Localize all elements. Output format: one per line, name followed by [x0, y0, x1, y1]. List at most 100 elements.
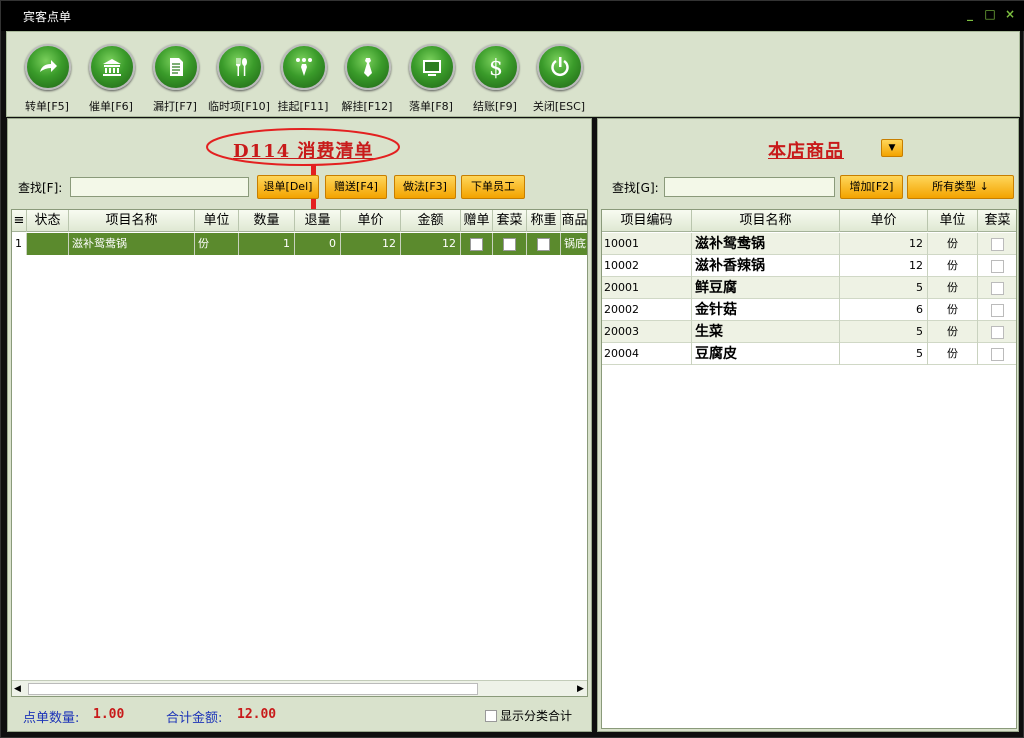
- refund-button[interactable]: 退单[Del]: [257, 175, 319, 199]
- toolbar-button-4[interactable]: 挂起[F11]: [271, 40, 335, 114]
- order-col-header[interactable]: 套菜: [493, 210, 527, 232]
- catalog-panel: 本店商品 ▼ 查找[G]: 增加[F2] 所有类型 ↓ 项目编码 项目名称 单价 单位…: [597, 118, 1019, 732]
- staff-button[interactable]: 下单员工: [461, 175, 525, 199]
- catalog-cell-set: [978, 277, 1016, 299]
- order-col-header[interactable]: 金额: [401, 210, 461, 232]
- catalog-cell-price: 5: [840, 321, 928, 343]
- fork-spoon-icon: [217, 44, 263, 90]
- order-col-header[interactable]: 赠单: [461, 210, 493, 232]
- order-col-header[interactable]: 状态: [27, 210, 69, 232]
- add-button[interactable]: 增加[F2]: [840, 175, 903, 199]
- scroll-left-icon[interactable]: ◀: [14, 684, 21, 694]
- catalog-cell-unit: 份: [928, 343, 978, 365]
- table-row[interactable]: 1 滋补鸳鸯锅份 1 0 12 12 锅底: [12, 233, 587, 255]
- list-item[interactable]: 20002 金针菇 6 份: [602, 299, 1016, 321]
- catalog-title: 本店商品: [768, 141, 844, 162]
- row-checkbox[interactable]: [991, 237, 1004, 251]
- catalog-cell-name: 滋补香辣锅: [692, 255, 840, 277]
- toolbar-button-8[interactable]: 关闭[ESC]: [527, 40, 591, 114]
- order-panel: D114 消费清单 查找[F]: 退单[Del] 赠送[F4] 做法[F3] 下…: [7, 118, 592, 732]
- order-cell-name: 滋补鸳鸯锅: [69, 233, 195, 255]
- row-checkbox[interactable]: [991, 281, 1004, 295]
- catalog-cell-set: [978, 255, 1016, 277]
- order-cell-status: [27, 233, 69, 255]
- order-cell-price: 12: [341, 233, 401, 255]
- toolbar-button-7[interactable]: $ 结账[F9]: [463, 40, 527, 114]
- type-filter-button[interactable]: 所有类型 ↓: [907, 175, 1014, 199]
- catalog-cell-code: 20001: [602, 277, 692, 299]
- row-checkbox[interactable]: [503, 237, 516, 251]
- order-cell-set: [493, 233, 527, 255]
- toolbar-button-1[interactable]: 催单[F6]: [79, 40, 143, 114]
- scrollbar-thumb[interactable]: [28, 683, 478, 695]
- horizontal-scrollbar[interactable]: ◀ ▶: [12, 680, 587, 696]
- hanger-icon: [281, 44, 327, 90]
- order-col-header[interactable]: 单价: [341, 210, 401, 232]
- total-value: 12.00: [237, 707, 277, 722]
- catalog-search-input[interactable]: [664, 177, 835, 197]
- order-col-header[interactable]: 单位: [195, 210, 239, 232]
- catalog-cell-name: 生菜: [692, 321, 840, 343]
- scroll-right-icon[interactable]: ▶: [577, 684, 584, 694]
- list-item[interactable]: 20004 豆腐皮 5 份: [602, 343, 1016, 365]
- order-col-header[interactable]: 数量: [239, 210, 295, 232]
- row-checkbox[interactable]: [991, 347, 1004, 361]
- tie-icon: [345, 44, 391, 90]
- catalog-cell-price: 5: [840, 343, 928, 365]
- list-item[interactable]: 10002 滋补香辣锅 12 份: [602, 255, 1016, 277]
- catalog-cell-code: 10002: [602, 255, 692, 277]
- maximize-icon[interactable]: □: [984, 8, 996, 20]
- catalog-col-header[interactable]: 单位: [928, 210, 978, 232]
- count-value: 1.00: [93, 707, 125, 722]
- row-checkbox[interactable]: [470, 237, 483, 251]
- toolbar-button-6[interactable]: 落单[F8]: [399, 40, 463, 114]
- row-checkbox[interactable]: [991, 303, 1004, 317]
- transfer-arrow-icon: [25, 44, 71, 90]
- order-col-header[interactable]: 称重: [527, 210, 561, 232]
- order-title: D114 消费清单: [233, 141, 374, 162]
- list-item[interactable]: 10001 滋补鸳鸯锅 12 份: [602, 233, 1016, 255]
- order-cell-amount: 12: [401, 233, 461, 255]
- catalog-cell-unit: 份: [928, 321, 978, 343]
- order-cell-ret: 0: [295, 233, 341, 255]
- row-checkbox[interactable]: [991, 259, 1004, 273]
- list-item[interactable]: 20001 鲜豆腐 5 份: [602, 277, 1016, 299]
- method-button[interactable]: 做法[F3]: [394, 175, 456, 199]
- catalog-cell-price: 12: [840, 233, 928, 255]
- order-cell-extra: 锅底: [561, 233, 587, 255]
- list-item[interactable]: 20003 生菜 5 份: [602, 321, 1016, 343]
- row-checkbox[interactable]: [537, 237, 550, 251]
- catalog-cell-set: [978, 321, 1016, 343]
- order-col-header[interactable]: 商品: [561, 210, 587, 232]
- toolbar-button-2[interactable]: 漏打[F7]: [143, 40, 207, 114]
- order-col-header[interactable]: 退量: [295, 210, 341, 232]
- title-bar: 宾客点单 _ □ ×: [1, 1, 1024, 31]
- catalog-cell-name: 滋补鸳鸯锅: [692, 233, 840, 255]
- row-checkbox[interactable]: [991, 325, 1004, 339]
- catalog-dropdown-icon[interactable]: ▼: [881, 139, 903, 157]
- toolbar-button-5[interactable]: 解挂[F12]: [335, 40, 399, 114]
- close-icon[interactable]: ×: [1004, 8, 1016, 20]
- category-total-label: 显示分类合计: [500, 709, 573, 723]
- minimize-icon[interactable]: _: [964, 8, 976, 20]
- gift-button[interactable]: 赠送[F4]: [325, 175, 387, 199]
- catalog-col-header[interactable]: 项目名称: [692, 210, 840, 232]
- order-cell-gift: [461, 233, 493, 255]
- catalog-cell-name: 金针菇: [692, 299, 840, 321]
- order-col-header[interactable]: ≡: [12, 210, 27, 232]
- order-search-input[interactable]: [70, 177, 249, 197]
- toolbar-button-0[interactable]: 转单[F5]: [15, 40, 79, 114]
- order-col-header[interactable]: 项目名称: [69, 210, 195, 232]
- power-icon: [537, 44, 583, 90]
- app-window: 宾客点单 _ □ × 转单[F5] 催单[F6] 漏打[F7] 临时项[F10] 挂起[…: [0, 0, 1024, 738]
- catalog-table: 项目编码 项目名称 单价 单位 套菜 10001 滋补鸳鸯锅 12 份 10002 滋补香辣锅 12…: [601, 209, 1017, 729]
- catalog-col-header[interactable]: 单价: [840, 210, 928, 232]
- window-title: 宾客点单: [23, 10, 72, 24]
- catalog-cell-set: [978, 343, 1016, 365]
- order-cell-no: 1: [12, 233, 27, 255]
- catalog-col-header[interactable]: 套菜: [978, 210, 1016, 232]
- catalog-cell-price: 6: [840, 299, 928, 321]
- category-total-checkbox[interactable]: [485, 708, 497, 722]
- toolbar-button-3[interactable]: 临时项[F10]: [207, 40, 271, 114]
- catalog-col-header[interactable]: 项目编码: [602, 210, 692, 232]
